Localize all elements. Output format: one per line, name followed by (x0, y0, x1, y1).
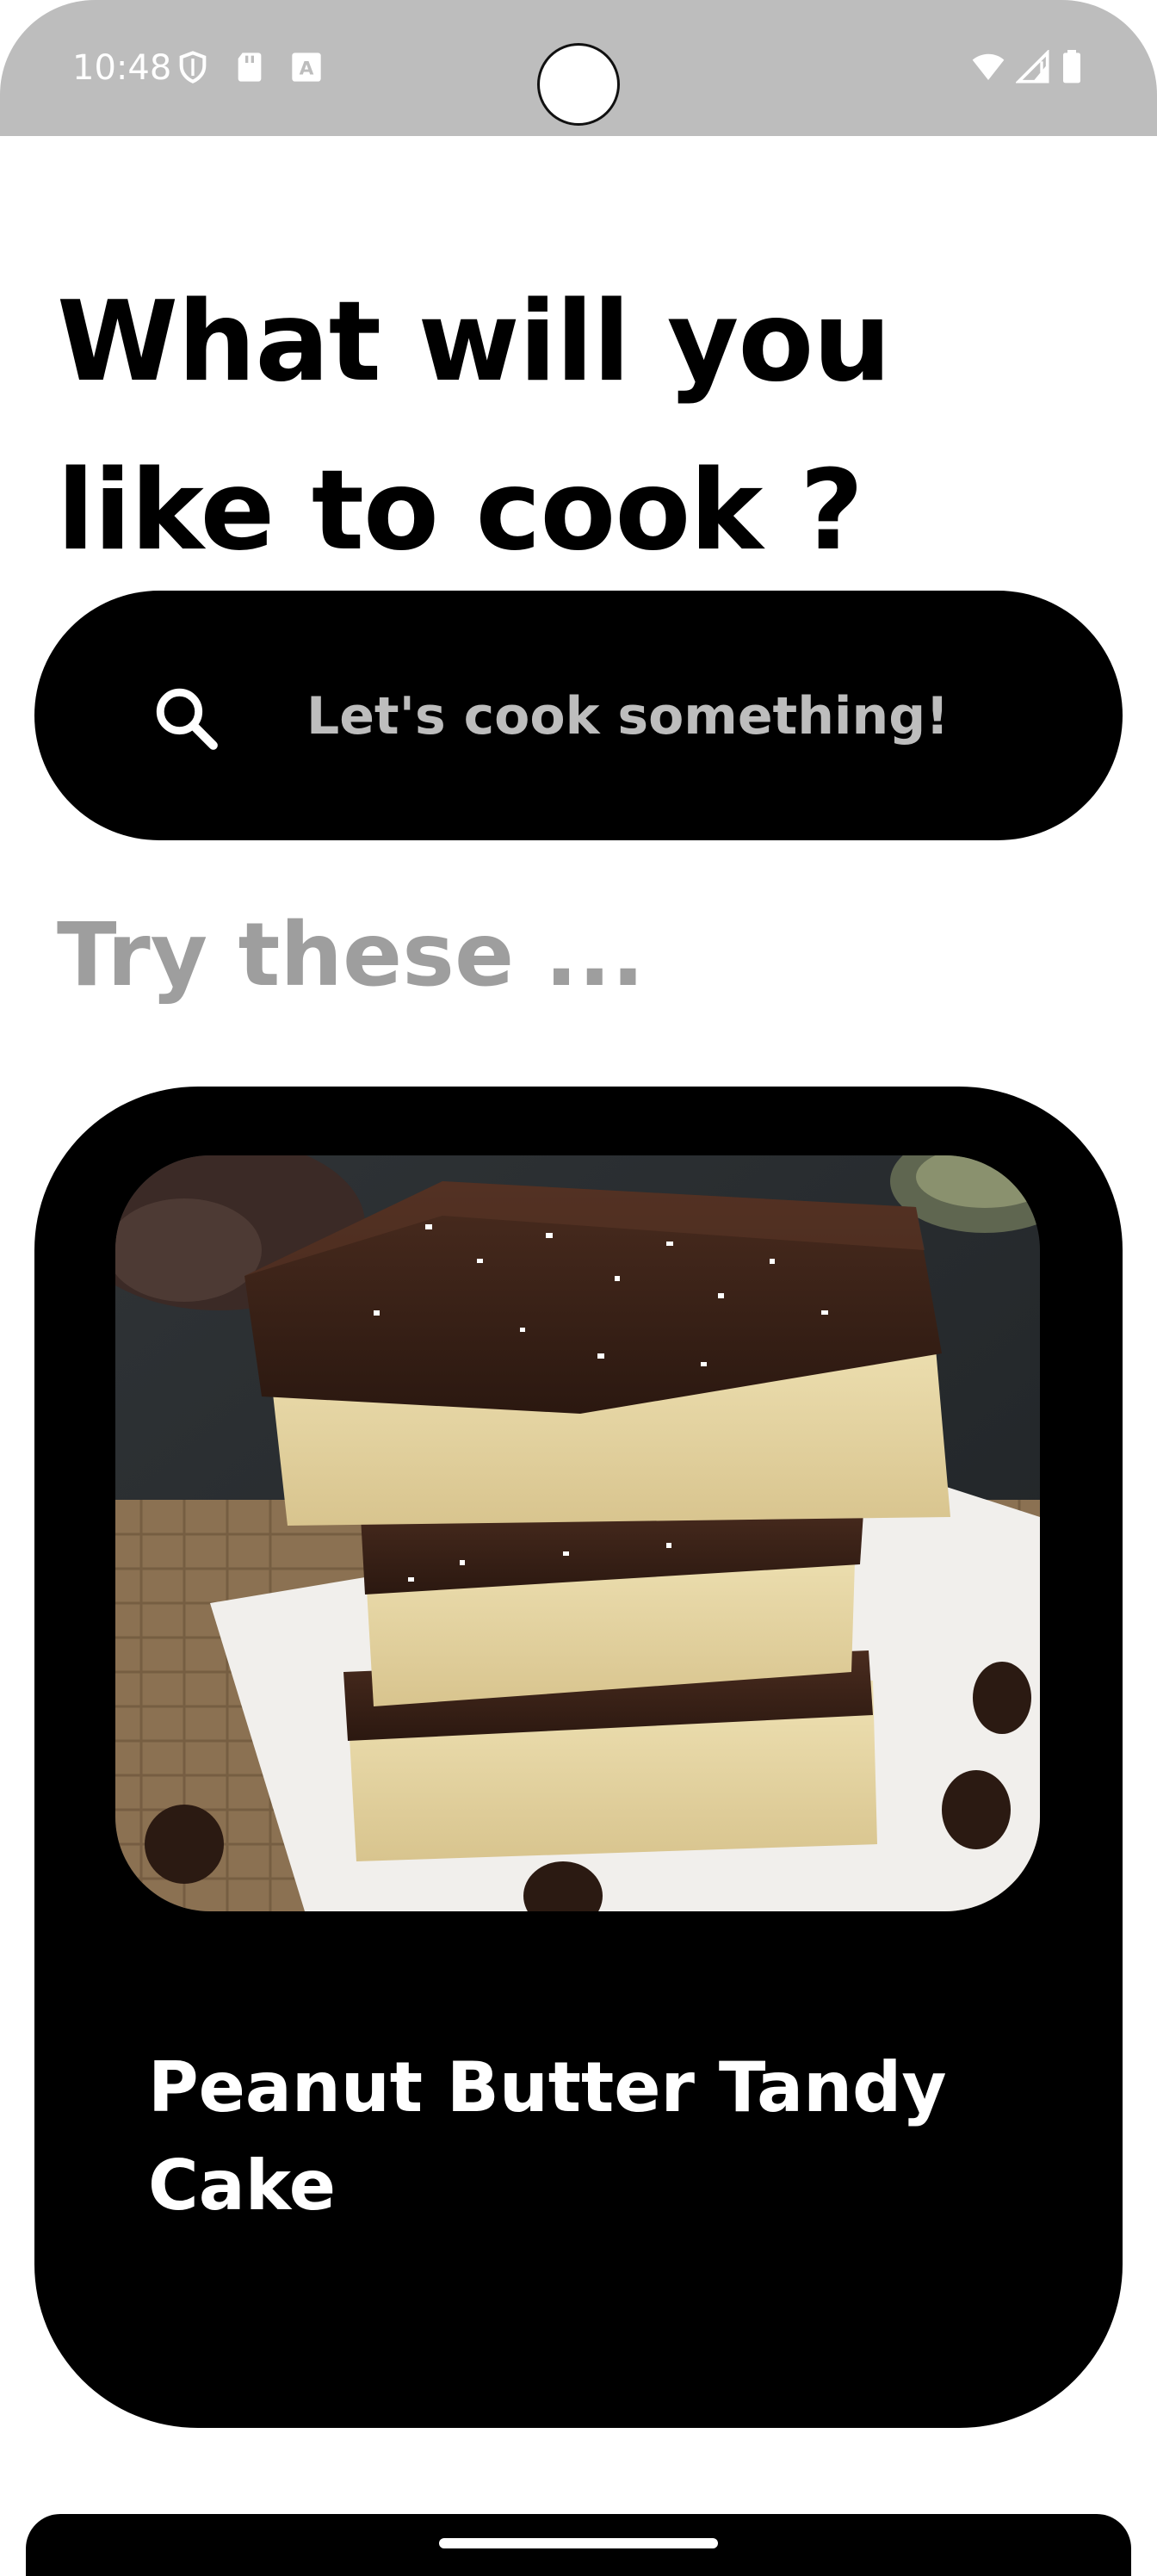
status-time: 10:48 (72, 48, 172, 88)
search-bar[interactable] (34, 591, 1123, 840)
recipe-title[interactable]: Peanut Butter Tandy Cake (148, 2039, 992, 2235)
sd-card-icon (238, 53, 262, 82)
navigation-bar (26, 2514, 1131, 2576)
signal-icon (1016, 50, 1049, 84)
camera-cutout (537, 43, 620, 126)
home-gesture-handle[interactable] (439, 2538, 718, 2548)
recipe-card[interactable]: Peanut Butter Tandy Cake (34, 1087, 1123, 2428)
status-bar: 10:48 A (0, 0, 1157, 136)
search-icon[interactable] (152, 684, 222, 754)
svg-text:A: A (300, 58, 314, 79)
search-input[interactable] (306, 682, 1064, 751)
app-screen: 10:48 A What will you like to cook ? Let… (0, 0, 1157, 2576)
battery-icon (1063, 50, 1080, 84)
recipe-image[interactable] (115, 1155, 1040, 1911)
cake-bars-image (115, 1155, 1040, 1911)
wifi-icon (972, 53, 1005, 80)
page-title: What will you like to cook ? (57, 278, 891, 575)
section-title: Try these ... (57, 904, 645, 1006)
keyboard-a-icon: A (292, 53, 321, 82)
shield-icon (179, 51, 207, 84)
